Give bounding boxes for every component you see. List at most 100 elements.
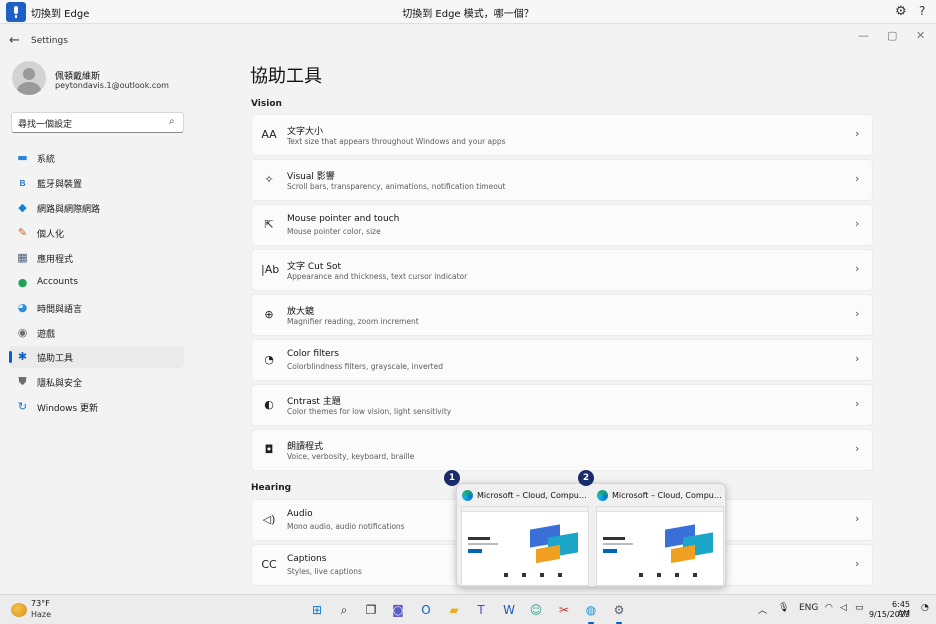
window-number-badge[interactable]: 2 — [578, 470, 594, 486]
narrator-icon: ◘ — [264, 443, 274, 456]
sidebar-item[interactable]: ✎ 個人化 — [9, 222, 184, 244]
microphone-icon[interactable]: 🎙 — [778, 603, 789, 613]
show-hidden-icons-chevron-icon[interactable]: ︿ — [758, 603, 767, 616]
thumbnail-page — [461, 506, 589, 586]
sidebar-item[interactable]: ⛊ 隱私與安全 — [9, 371, 184, 393]
chevron-right-icon: › — [855, 512, 860, 525]
settings-icon[interactable]: ⚙ — [610, 601, 628, 624]
sidebar-item-label: 隱私與安全 — [37, 379, 83, 389]
text-size-icon: AA — [261, 128, 277, 141]
apps-icon: ▦ — [17, 251, 28, 264]
card-subtitle: Scroll bars, transparency, animations, n… — [287, 182, 506, 191]
chevron-right-icon: › — [855, 307, 860, 320]
teams-icon[interactable]: T — [472, 601, 490, 619]
wifi-icon[interactable]: ◠ — [825, 603, 833, 613]
settings-card[interactable]: ◘ 朗讀程式 Voice, verbosity, keyboard, braille… — [251, 429, 873, 471]
card-subtitle: Magnifier reading, zoom increment — [287, 317, 419, 326]
help-button[interactable]: ? — [919, 4, 925, 18]
card-subtitle: Colorblindness filters, grayscale, inver… — [287, 362, 443, 371]
magnifier-icon: ⊕ — [264, 308, 274, 321]
sidebar-item[interactable]: ◉ 遊戲 — [9, 322, 184, 344]
window-thumbnail-2[interactable]: Microsoft – Cloud, Computers, ... — [596, 488, 724, 586]
edge-icon — [462, 490, 473, 501]
gear-icon[interactable]: ⚙ — [895, 4, 907, 19]
card-title: Color filters — [287, 349, 339, 359]
card-title: 文字大小 — [287, 127, 324, 137]
app-title: Settings — [31, 36, 68, 46]
avatar[interactable] — [12, 61, 46, 95]
chevron-right-icon: › — [855, 172, 860, 185]
sidebar-item-label: 系統 — [37, 155, 56, 165]
accessibility-icon: ✱ — [17, 350, 28, 363]
settings-card[interactable]: ✧ Visual 影響 Scroll bars, transparency, ani… — [251, 159, 873, 201]
settings-card[interactable]: ◔ Color filters Colorblindness filters, gr… — [251, 339, 873, 381]
card-title: 朗讀程式 — [287, 442, 324, 452]
card-title: Audio — [287, 509, 313, 519]
close-button[interactable]: ✕ — [916, 29, 925, 42]
audio-icon: ◁) — [262, 513, 276, 526]
minimize-button[interactable]: — — [858, 29, 869, 42]
weather-temp[interactable]: 73°F — [31, 599, 50, 608]
weather-condition[interactable]: Haze — [31, 610, 51, 619]
sidebar-item[interactable]: ✱ 協助工具 — [9, 346, 184, 368]
sidebar-item[interactable]: ▬ 系統 — [9, 147, 184, 169]
shield-icon: ⛊ — [18, 375, 27, 388]
thumbnail-title: Microsoft – Cloud, Computers, ... — [612, 491, 724, 500]
sidebar-item[interactable]: ʙ 藍牙與裝置 — [9, 172, 184, 194]
chevron-right-icon: › — [855, 557, 860, 570]
sidebar-item-label: 個人化 — [37, 230, 65, 240]
sidebar-item-label: Accounts — [37, 277, 79, 287]
file-explorer-icon[interactable]: ▰ — [445, 601, 463, 619]
sidebar-item-label: 時間與語言 — [37, 305, 83, 315]
settings-card[interactable]: ⊕ 放大鏡 Magnifier reading, zoom increment › — [251, 294, 873, 336]
settings-card[interactable]: ◐ Cntrast 主題 Color themes for low vision, … — [251, 384, 873, 426]
edge-icon[interactable]: ◍ — [582, 601, 600, 624]
sidebar-item[interactable]: ↻ Windows 更新 — [9, 396, 184, 418]
search-placeholder: 尋找一個設定 — [18, 120, 73, 130]
maximize-button[interactable]: ▢ — [887, 29, 897, 42]
sidebar-item-label: 藍牙與裝置 — [37, 180, 83, 190]
task-view-icon[interactable]: ❐ — [362, 601, 380, 619]
window-number-badge[interactable]: 1 — [444, 470, 460, 486]
outlook-icon[interactable]: O — [417, 601, 435, 619]
card-subtitle: Appearance and thickness, text cursor in… — [287, 272, 468, 281]
snipping-tool-icon[interactable]: ✂ — [555, 601, 573, 619]
language-indicator[interactable]: ENG — [799, 603, 818, 613]
search-icon: ⌕ — [169, 116, 175, 127]
sidebar-item[interactable]: ◆ 網路與網際網路 — [9, 197, 184, 219]
thumbnail-title: Microsoft – Cloud, Computers, ... — [477, 491, 589, 500]
window-thumbnail-1[interactable]: Microsoft – Cloud, Computers, ... — [461, 488, 589, 586]
word-icon[interactable]: W — [500, 601, 518, 619]
clock-date[interactable]: 9/15/2022 — [848, 610, 910, 619]
chevron-right-icon: › — [855, 397, 860, 410]
thumbnail-page — [596, 506, 724, 586]
settings-card[interactable]: AA 文字大小 Text size that appears throughout … — [251, 114, 873, 156]
teams-chat-icon[interactable]: ◙ — [389, 601, 407, 619]
weather-sun-icon[interactable] — [11, 603, 27, 617]
chevron-right-icon: › — [855, 127, 860, 140]
card-title: 放大鏡 — [287, 307, 315, 317]
volume-icon[interactable]: ◁ — [840, 603, 847, 613]
mouse-pointer-icon: ⇱ — [264, 218, 274, 231]
settings-card[interactable]: ⇱ Mouse pointer and touch Mouse pointer co… — [251, 204, 873, 246]
chevron-right-icon: › — [855, 262, 860, 275]
sidebar-item[interactable]: ▦ 應用程式 — [9, 247, 184, 269]
bluetooth-icon: ʙ — [19, 176, 26, 189]
card-title: 文字 Cut Sot — [287, 262, 341, 272]
card-title: Cntrast 主題 — [287, 397, 341, 407]
sidebar-item-label: 遊戲 — [37, 330, 56, 340]
back-arrow-icon[interactable]: ← — [9, 33, 20, 48]
settings-card[interactable]: |Ab 文字 Cut Sot Appearance and thickness, t… — [251, 249, 873, 291]
chevron-right-icon: › — [855, 442, 860, 455]
card-subtitle: Mono audio, audio notifications — [287, 522, 405, 531]
sidebar-item[interactable]: ● Accounts — [9, 272, 184, 294]
windows-start-icon[interactable]: ⊞ — [308, 601, 326, 619]
notification-bell-icon[interactable]: ◔ — [921, 603, 929, 613]
section-heading: Hearing — [251, 483, 292, 493]
card-title: Visual 影響 — [287, 172, 335, 182]
search-input[interactable]: 尋找一個設定 ⌕ — [11, 112, 184, 133]
card-subtitle: Voice, verbosity, keyboard, braille — [287, 452, 415, 461]
search-icon[interactable]: ⌕ — [335, 601, 353, 619]
people-icon[interactable]: ☺ — [527, 601, 545, 619]
sidebar-item[interactable]: ◕ 時間與語言 — [9, 297, 184, 319]
